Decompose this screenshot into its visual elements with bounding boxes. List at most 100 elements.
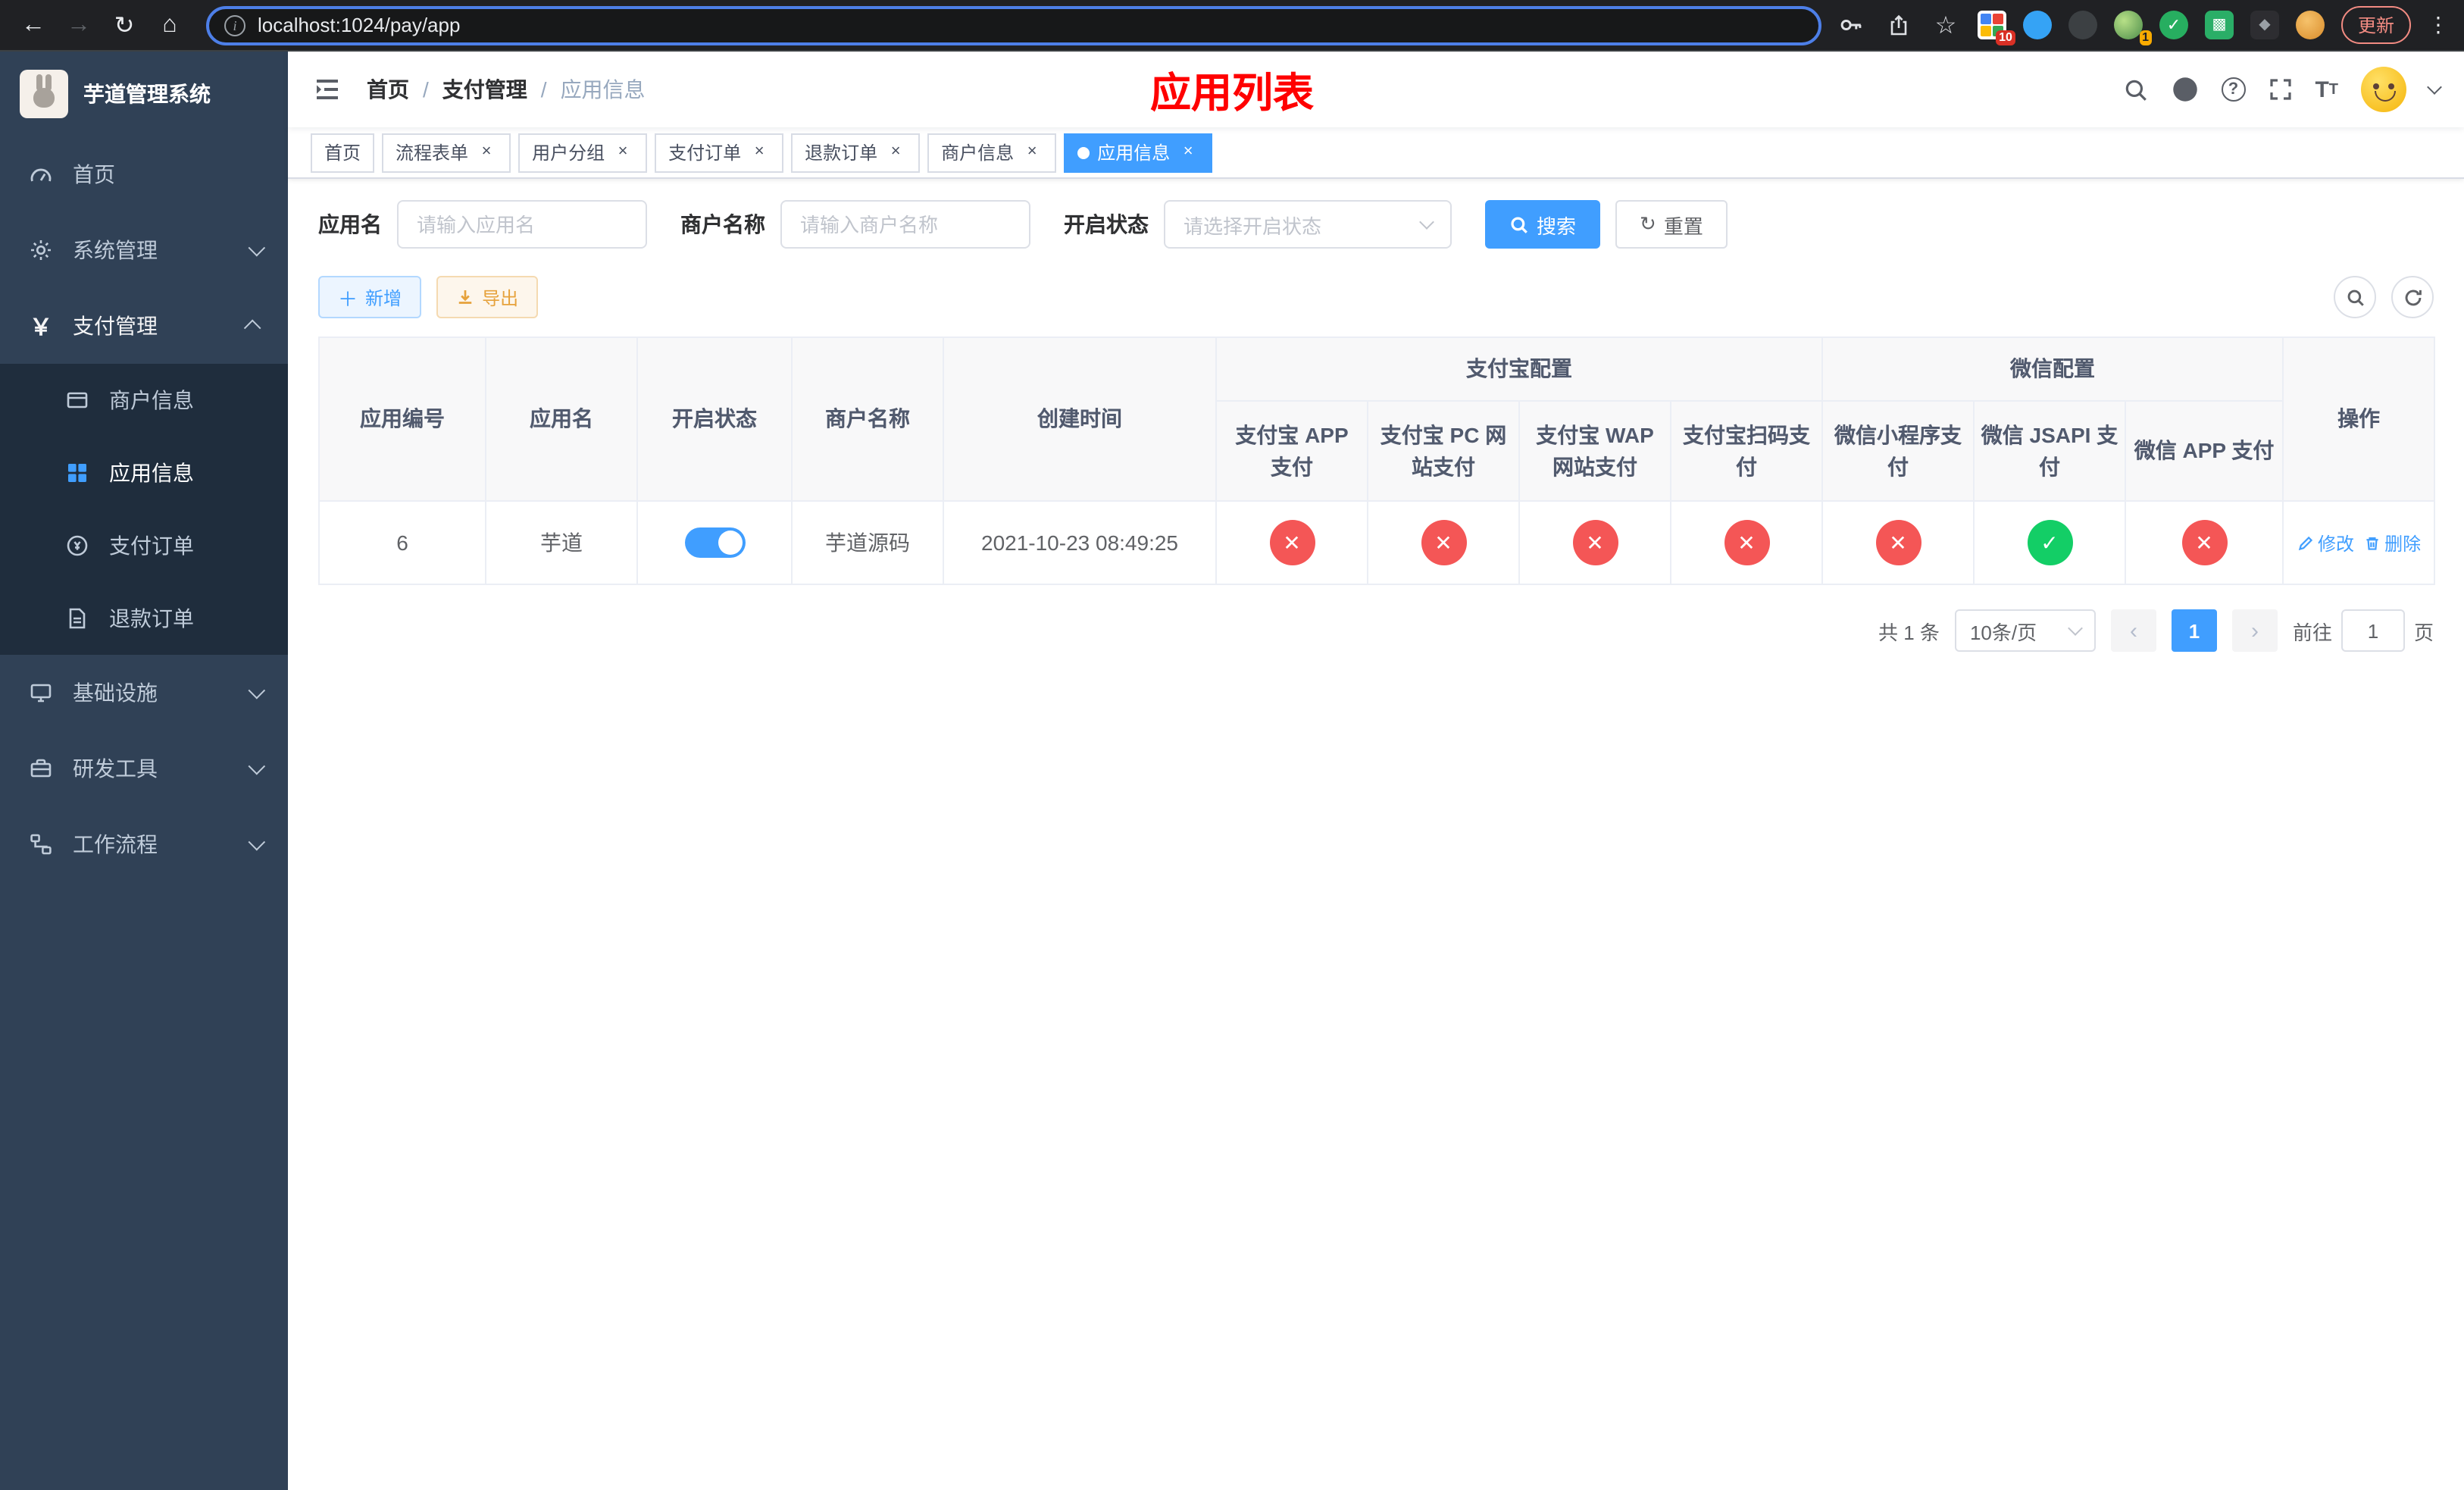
- browser-actions: ☆ 10 1 ✓ ▩ ◆ 更新 ⋮: [1837, 6, 2452, 45]
- toolbox-icon: [27, 756, 55, 781]
- tab-close-icon[interactable]: ×: [749, 142, 770, 163]
- merchant-name-input[interactable]: [780, 200, 1030, 249]
- export-button[interactable]: 导出: [436, 276, 539, 318]
- page-size-select[interactable]: 10条/页: [1954, 609, 2096, 652]
- back-icon[interactable]: ←: [12, 4, 55, 46]
- sidebar-item-label: 应用信息: [109, 461, 194, 485]
- extension-face-icon[interactable]: [2295, 11, 2325, 39]
- extension-check-icon[interactable]: ✓: [2159, 11, 2188, 39]
- tab-app-info[interactable]: 应用信息 ×: [1064, 133, 1213, 172]
- sidebar-item-label: 系统管理: [73, 238, 158, 262]
- sidebar-item-payment[interactable]: ￥ 支付管理: [0, 288, 288, 364]
- tab-pay-order[interactable]: 支付订单 ×: [655, 133, 784, 172]
- extension-grid-icon[interactable]: 10: [1977, 11, 2015, 45]
- reload-icon[interactable]: ↻: [103, 4, 145, 46]
- update-button[interactable]: 更新: [2340, 6, 2411, 44]
- site-info-icon[interactable]: i: [224, 14, 245, 36]
- reset-button[interactable]: ↻ 重置: [1615, 200, 1728, 249]
- tab-refund-order[interactable]: 退款订单 ×: [791, 133, 921, 172]
- filter-status: 开启状态 请选择开启状态: [1064, 200, 1452, 249]
- status-select[interactable]: 请选择开启状态: [1164, 200, 1452, 249]
- tab-close-icon[interactable]: ×: [612, 142, 633, 163]
- filter-merchant-name: 商户名称: [680, 200, 1030, 249]
- sidebar-item-devtools[interactable]: 研发工具: [0, 731, 288, 806]
- tab-merchant-info[interactable]: 商户信息 ×: [927, 133, 1057, 172]
- cell-wechat-mini: ✕: [1821, 500, 1975, 585]
- sidebar-logo[interactable]: 芋道管理系统: [0, 52, 288, 136]
- reset-icon: ↻: [1640, 212, 1656, 235]
- sidebar-toggle-icon[interactable]: [312, 74, 342, 105]
- sidebar-item-workflow[interactable]: 工作流程: [0, 806, 288, 882]
- sidebar-item-refund-order[interactable]: 退款订单: [0, 582, 288, 655]
- sidebar-item-system[interactable]: 系统管理: [0, 212, 288, 288]
- extension-chat-icon[interactable]: ▩: [2204, 11, 2234, 39]
- forward-icon[interactable]: →: [58, 4, 100, 46]
- toggle-search-icon[interactable]: [2334, 276, 2376, 318]
- tab-user-group[interactable]: 用户分组 ×: [518, 133, 648, 172]
- avatar-caret-icon[interactable]: [2427, 80, 2442, 95]
- password-key-icon[interactable]: [1837, 10, 1867, 40]
- browser-toolbar: ← → ↻ ⌂ i localhost:1024/pay/app ☆ 10 1: [0, 0, 2464, 52]
- col-wechat-mini: 微信小程序支付: [1821, 400, 1975, 502]
- goto-page-input[interactable]: [2340, 609, 2405, 652]
- tab-close-icon[interactable]: ×: [476, 142, 497, 163]
- prev-page-button[interactable]: ‹: [2110, 609, 2156, 652]
- extension-pin-icon[interactable]: ◆: [2250, 11, 2279, 39]
- reset-button-label: 重置: [1663, 214, 1703, 237]
- address-bar[interactable]: i localhost:1024/pay/app: [206, 5, 1821, 45]
- bookmark-star-icon[interactable]: ☆: [1931, 10, 1961, 40]
- extension-blue-icon[interactable]: [2022, 11, 2052, 39]
- fullscreen-icon[interactable]: [2268, 77, 2292, 102]
- add-button[interactable]: ＋ 新增: [318, 276, 422, 318]
- font-size-icon[interactable]: TT: [2315, 77, 2338, 102]
- table-mini-tools: [2334, 276, 2434, 318]
- tab-close-icon[interactable]: ×: [885, 142, 906, 163]
- status-label: 开启状态: [1064, 212, 1149, 236]
- sidebar-item-app-info[interactable]: 应用信息: [0, 437, 288, 509]
- tabs-bar: 首页 流程表单 × 用户分组 × 支付订单 × 退款订单 × 商户信息 × 应用…: [288, 127, 2464, 179]
- tab-flow-form[interactable]: 流程表单 ×: [382, 133, 511, 172]
- screen: ← → ↻ ⌂ i localhost:1024/pay/app ☆ 10 1: [0, 0, 2464, 1490]
- sidebar-item-merchant-info[interactable]: 商户信息: [0, 364, 288, 437]
- help-icon[interactable]: ?: [2221, 77, 2246, 102]
- extension-dark-icon[interactable]: [2068, 11, 2097, 39]
- sidebar-item-pay-order[interactable]: 支付订单: [0, 509, 288, 582]
- search-button[interactable]: 搜索: [1485, 200, 1601, 249]
- sidebar-item-label: 研发工具: [73, 756, 158, 781]
- delete-link-label: 删除: [2384, 533, 2422, 554]
- cell-alipay-wap: ✕: [1518, 500, 1671, 585]
- yen-icon: ￥: [29, 315, 52, 340]
- breadcrumb-payment[interactable]: 支付管理: [442, 74, 527, 105]
- home-icon[interactable]: ⌂: [149, 4, 191, 46]
- edit-link[interactable]: 修改: [2297, 530, 2354, 556]
- col-group-wechat: 微信配置: [1821, 337, 2284, 402]
- cell-status: [636, 500, 793, 585]
- app-navbar: 首页 / 支付管理 / 应用信息 应用列表 ? T T: [288, 52, 2464, 127]
- breadcrumb-home[interactable]: 首页: [367, 74, 409, 105]
- share-icon[interactable]: [1884, 10, 1914, 40]
- refresh-table-icon[interactable]: [2391, 276, 2434, 318]
- tab-home[interactable]: 首页: [311, 133, 375, 172]
- tab-close-icon[interactable]: ×: [1021, 142, 1043, 163]
- search-button-label: 搜索: [1537, 214, 1577, 237]
- tab-label: 支付订单: [668, 142, 742, 164]
- tab-label: 退款订单: [805, 142, 878, 164]
- browser-menu-icon[interactable]: ⋮: [2428, 12, 2449, 38]
- coin-icon: [64, 534, 91, 558]
- user-avatar[interactable]: [2361, 67, 2406, 112]
- export-button-label: 导出: [482, 287, 519, 308]
- extension-avatar-icon[interactable]: 1: [2113, 11, 2152, 45]
- github-icon[interactable]: [2171, 76, 2198, 103]
- sidebar-item-infra[interactable]: 基础设施: [0, 655, 288, 731]
- cell-ops: 修改 删除: [2282, 500, 2436, 585]
- search-icon[interactable]: [2122, 77, 2148, 102]
- col-wechat-app: 微信 APP 支付: [2124, 400, 2284, 502]
- page-number-1[interactable]: 1: [2171, 609, 2217, 652]
- delete-link[interactable]: 删除: [2363, 530, 2421, 556]
- chevron-up-icon: [243, 319, 261, 337]
- sidebar-item-home[interactable]: 首页: [0, 136, 288, 212]
- app-name-input[interactable]: [397, 200, 647, 249]
- tab-close-icon[interactable]: ×: [1177, 142, 1199, 163]
- next-page-button[interactable]: ›: [2231, 609, 2278, 652]
- enabled-switch[interactable]: [684, 527, 745, 558]
